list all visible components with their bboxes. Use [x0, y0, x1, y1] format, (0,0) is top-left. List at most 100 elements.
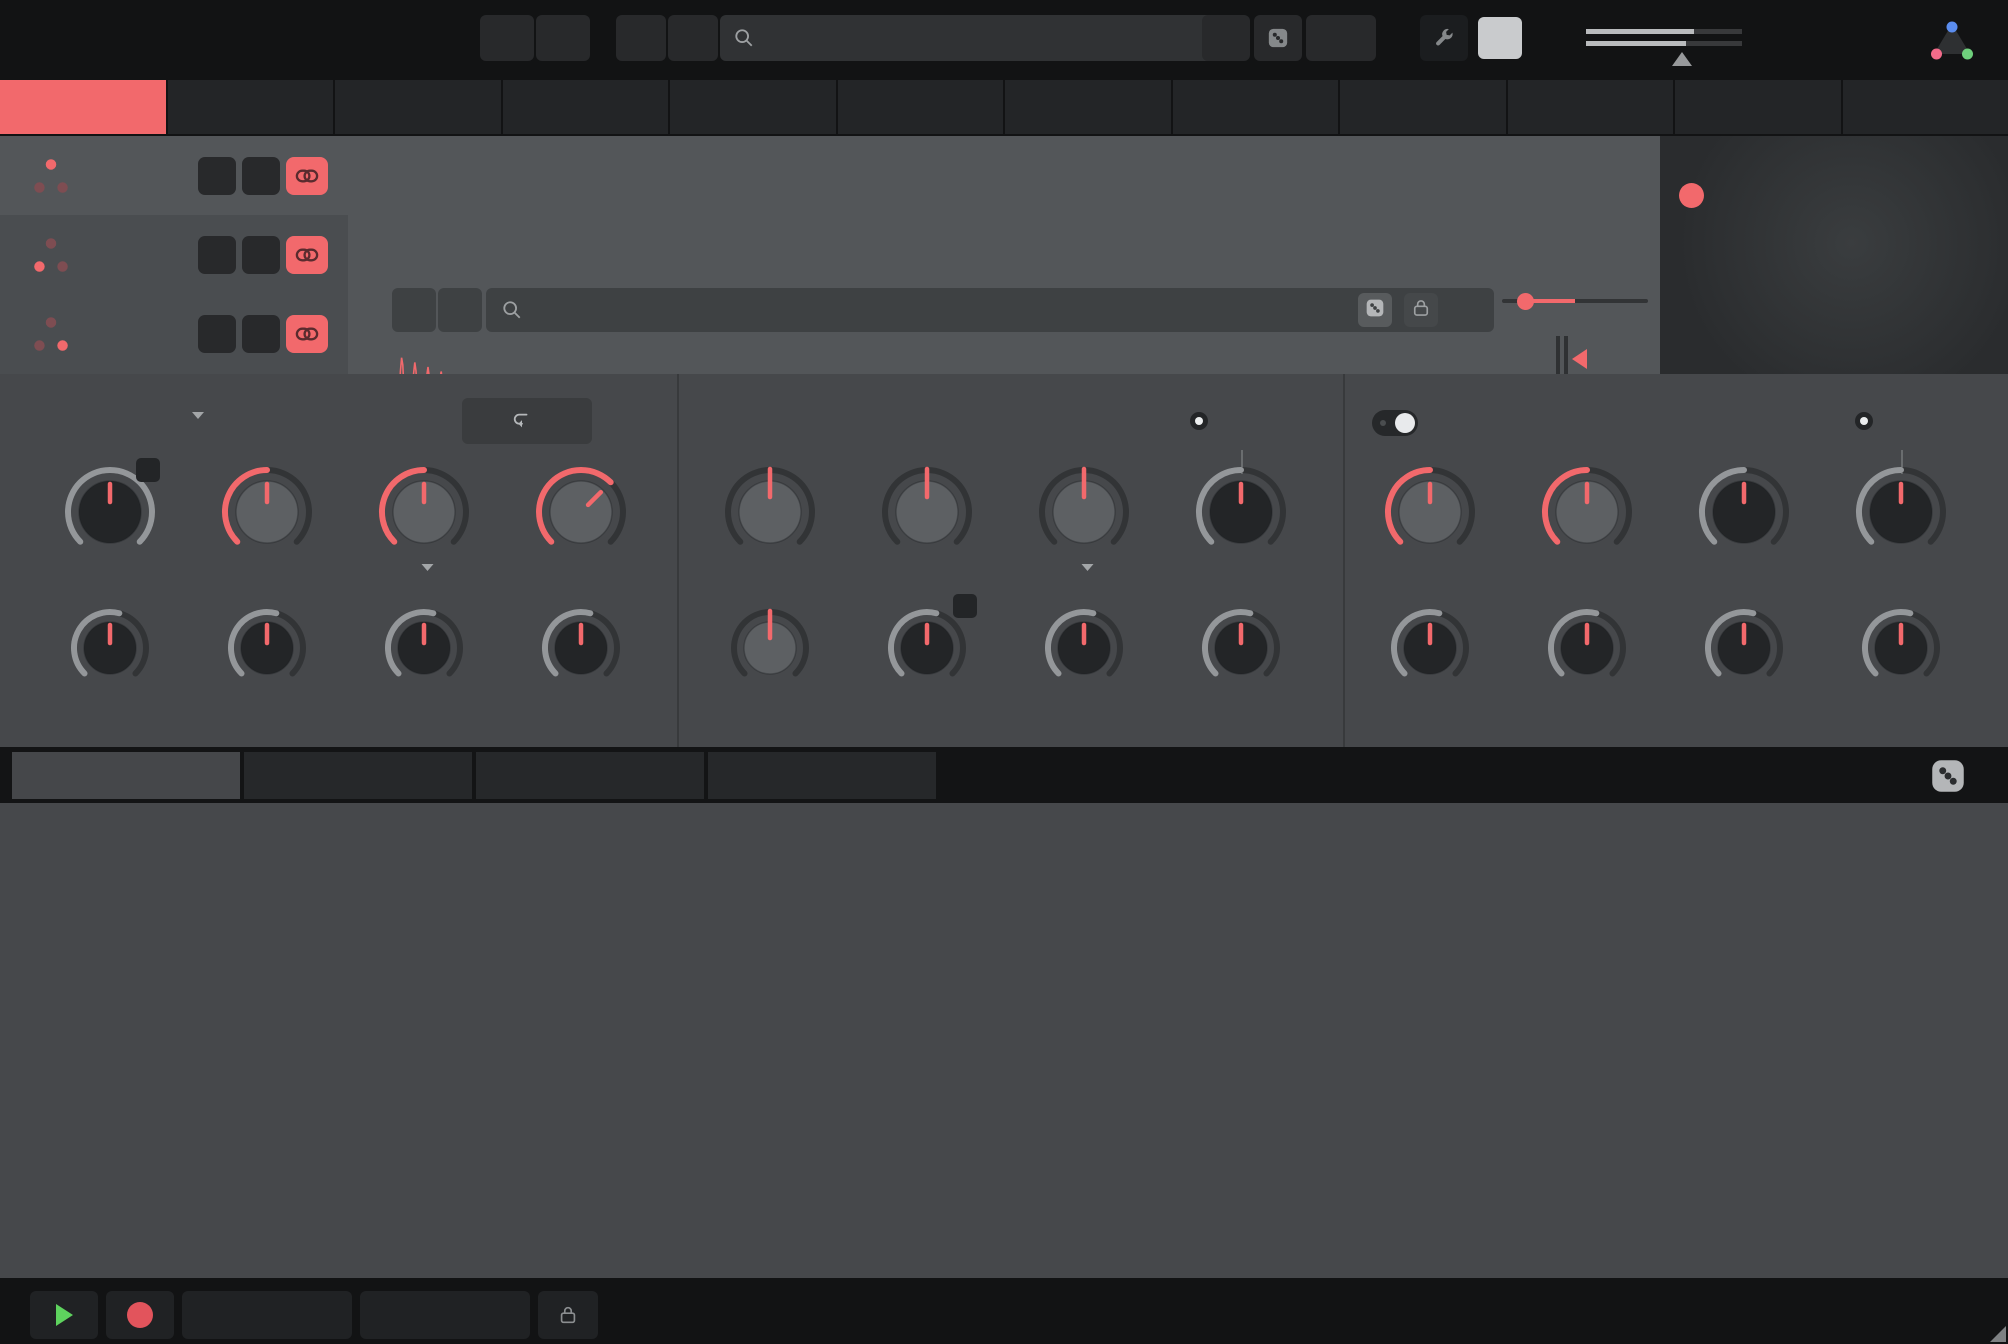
info-button[interactable] [1478, 17, 1522, 59]
layer-row-b[interactable] [0, 215, 348, 294]
layer-row-c[interactable] [0, 294, 348, 374]
velocity-knob[interactable] [537, 604, 625, 692]
filter-enable-toggle[interactable] [1372, 410, 1418, 436]
chevron-down-icon[interactable] [422, 564, 434, 571]
slop-knob[interactable] [374, 462, 474, 562]
prev-preset-button[interactable] [616, 15, 666, 61]
layer-dots-icon [30, 155, 72, 197]
logo-triangle-icon [1930, 20, 1974, 65]
envelope-knob[interactable] [1386, 604, 1474, 692]
link-icon [294, 163, 320, 189]
next-preset-button[interactable] [668, 15, 718, 61]
section-pitch [677, 374, 1343, 747]
track-tab-clap-3[interactable] [503, 80, 669, 134]
drive-knob[interactable] [217, 462, 317, 562]
layer-link-button[interactable] [286, 315, 328, 353]
master-volume-slider[interactable] [1586, 24, 1742, 64]
prev-sample-button[interactable] [392, 288, 436, 332]
layer-solo-button[interactable] [198, 157, 236, 195]
next-sample-button[interactable] [438, 288, 482, 332]
host-sync-button[interactable] [182, 1291, 352, 1339]
track-tab-snare-4[interactable] [670, 80, 836, 134]
pad-cursor[interactable] [1679, 183, 1704, 208]
chevron-down-icon[interactable] [1082, 564, 1094, 571]
layer-link-button[interactable] [286, 236, 328, 274]
sync-led-icon [1190, 412, 1208, 430]
velocity-knob[interactable] [1857, 604, 1945, 692]
save-button[interactable] [1306, 15, 1376, 61]
sync-toggle[interactable] [1855, 412, 1883, 430]
volume-pointer-icon[interactable] [1672, 52, 1692, 66]
lock-sample-button[interactable] [1404, 293, 1438, 327]
track-tab-foley-9[interactable] [1508, 80, 1674, 134]
hold-knob[interactable] [223, 604, 311, 692]
lfo-knob[interactable] [1034, 462, 1134, 562]
decay-knob[interactable] [380, 604, 468, 692]
track-tab-snare-2[interactable] [335, 80, 501, 134]
track-tab-kick-0[interactable] [0, 80, 166, 134]
rate-knob[interactable] [1191, 462, 1291, 562]
drum-randomizer-button[interactable] [1930, 752, 1980, 799]
track-tab-hihat-cl-6[interactable] [1005, 80, 1171, 134]
filter-shape-bandpass-icon[interactable]: M3 20q5-14 11-14h8q6 0 11 14 [1627, 408, 1663, 434]
mixer-strip-kick-0[interactable] [0, 803, 2008, 1278]
random-sample-button[interactable] [1358, 293, 1392, 327]
sync-toggle[interactable] [1190, 412, 1218, 430]
attack-knob[interactable] [66, 604, 154, 692]
mixer-tab-mixer[interactable] [12, 752, 240, 799]
mixer-tab-send-fx[interactable] [476, 752, 704, 799]
track-tab-perc-elec-1[interactable] [168, 80, 334, 134]
layer-solo-button[interactable] [198, 236, 236, 274]
res-knob[interactable] [1537, 462, 1637, 562]
record-icon [127, 1302, 153, 1328]
mixer-tab-channel-fx[interactable] [244, 752, 472, 799]
track-tab-crash-10[interactable] [1675, 80, 1841, 134]
meter-marker-icon[interactable] [1572, 349, 1587, 369]
pattern-lock-button[interactable] [538, 1291, 598, 1339]
rate-knob[interactable] [1851, 462, 1951, 562]
sample-volume-slider[interactable] [1502, 291, 1648, 311]
layer-mute-button[interactable] [242, 157, 280, 195]
decay-knob[interactable] [1040, 604, 1128, 692]
layer-mute-button[interactable] [242, 236, 280, 274]
layer-solo-button[interactable] [198, 315, 236, 353]
track-tab-tom-5[interactable] [838, 80, 1004, 134]
layer-mute-button[interactable] [242, 315, 280, 353]
section-filter: M3 5h14q7 0 11 15 M3 20q5-14 11-14h8q6 0 … [1343, 374, 2008, 747]
play-button[interactable] [30, 1291, 98, 1339]
favorite-button[interactable] [1202, 15, 1250, 61]
coarse-knob[interactable] [720, 462, 820, 562]
resize-handle[interactable] [1990, 1326, 2006, 1342]
randomize-preset-button[interactable] [1254, 15, 1302, 61]
undo-button[interactable] [480, 15, 534, 61]
attack-knob[interactable] [1543, 604, 1631, 692]
cutoff-knob[interactable] [1380, 462, 1480, 562]
track-tab-hihat-op-7[interactable] [1173, 80, 1339, 134]
record-button[interactable] [106, 1291, 174, 1339]
sample-search-input[interactable] [486, 288, 1494, 332]
fine-knob[interactable] [877, 462, 977, 562]
help-button[interactable] [1450, 293, 1484, 327]
export-button[interactable] [360, 1291, 530, 1339]
settings-button[interactable] [1420, 15, 1468, 61]
layer-blend-pad[interactable] [1660, 136, 2008, 374]
decay-knob[interactable] [1700, 604, 1788, 692]
envelope-knob[interactable] [726, 604, 814, 692]
track-tab-foley-8[interactable] [1340, 80, 1506, 134]
rnd-pan-knob[interactable] [531, 462, 631, 562]
play-icon [56, 1304, 73, 1326]
redo-button[interactable] [536, 15, 590, 61]
filter-shape-lowpass-icon[interactable]: M3 5h14q7 0 11 15 [1577, 408, 1613, 434]
velocity-knob[interactable] [1197, 604, 1285, 692]
reverse-button[interactable] [462, 398, 592, 444]
track-tab-ride-11[interactable] [1843, 80, 2008, 134]
preset-search-input[interactable] [720, 15, 1226, 61]
sample-volume-handle[interactable] [1517, 293, 1534, 310]
lfo-knob[interactable] [1694, 462, 1794, 562]
mixer-tab-master-fx[interactable] [708, 752, 936, 799]
layer-row-a[interactable] [0, 136, 348, 215]
dice-icon [1267, 27, 1289, 49]
layer-link-button[interactable] [286, 157, 328, 195]
filter-shape-highpass-icon[interactable]: M33 5H19q-7 0-11 15 [1677, 408, 1713, 434]
choke-dropdown[interactable] [192, 412, 213, 419]
